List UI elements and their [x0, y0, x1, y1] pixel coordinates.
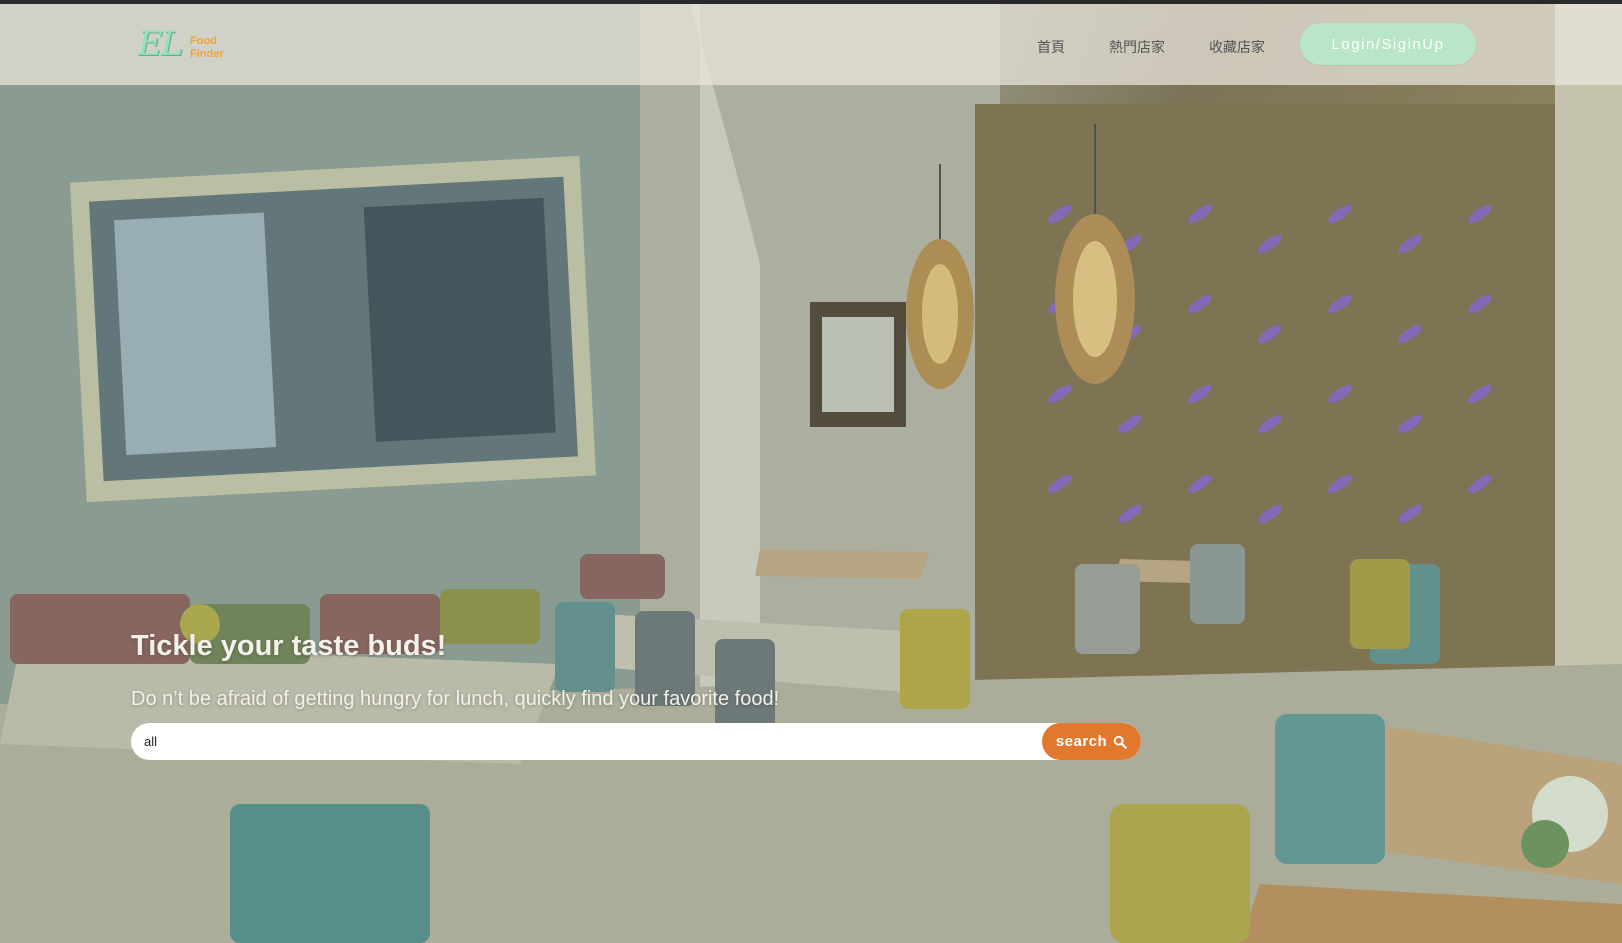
search-bar: search	[131, 723, 1141, 760]
logo-line-food: Food	[190, 35, 217, 47]
navbar: EL Food Finder 首頁 熱門店家 收藏店家 Login/SiginU…	[0, 4, 1622, 85]
hero-tint-overlay	[0, 4, 1622, 943]
search-icon	[1113, 735, 1128, 749]
nav-home[interactable]: 首頁	[1037, 37, 1065, 57]
logo-text: Food Finder	[190, 35, 224, 61]
nav-favorite-stores[interactable]: 收藏店家	[1209, 37, 1265, 57]
brand-logo[interactable]: EL Food Finder	[138, 24, 248, 66]
search-button-label: search	[1055, 733, 1108, 750]
search-button[interactable]: search	[1042, 723, 1141, 760]
hero-subtitle: Do n’t be afraid of getting hungry for l…	[131, 688, 780, 710]
nav-popular-stores[interactable]: 熱門店家	[1109, 37, 1165, 57]
search-input[interactable]	[131, 723, 1051, 760]
hero-background: Tickle your taste buds! Do n’t be afraid…	[0, 4, 1622, 943]
hero-title: Tickle your taste buds!	[131, 630, 447, 662]
logo-mark: EL	[138, 24, 183, 64]
login-signup-button[interactable]: Login/SiginUp	[1300, 23, 1476, 65]
logo-line-finder: Finder	[190, 48, 224, 60]
